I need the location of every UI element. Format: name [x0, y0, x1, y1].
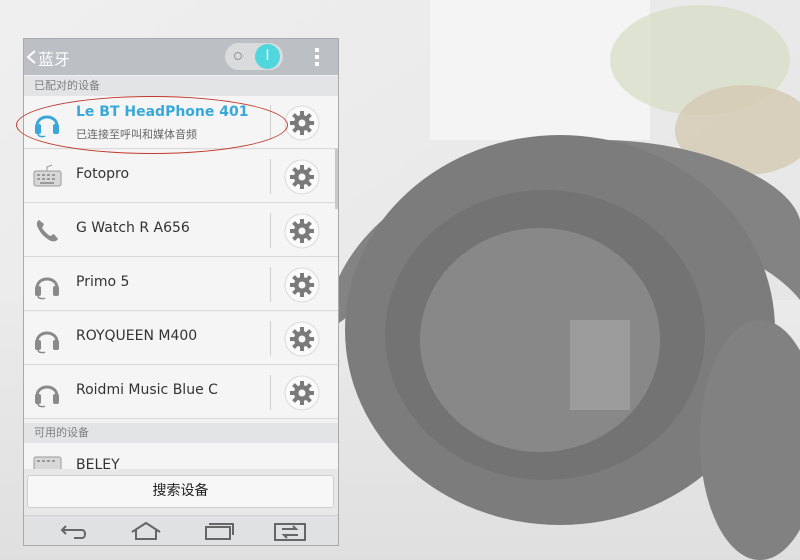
overflow-menu-icon — [315, 48, 319, 52]
paired-device-row[interactable]: G Watch R A656 — [24, 204, 338, 257]
search-area: 搜索设备 — [24, 469, 338, 515]
keyboard-icon — [33, 456, 62, 469]
gear-icon[interactable] — [284, 105, 320, 141]
paired-device-row[interactable]: Fotopro — [24, 150, 338, 203]
divider — [270, 105, 271, 140]
bluetooth-toggle[interactable]: I — [225, 43, 283, 70]
gear-icon[interactable] — [284, 213, 320, 249]
gear-icon[interactable] — [284, 321, 320, 357]
paired-devices-header: 已配对的设备 — [24, 76, 338, 96]
paired-device-row[interactable]: Primo 5 — [24, 258, 338, 311]
overflow-menu-button[interactable] — [310, 46, 324, 68]
headset-icon — [35, 115, 59, 138]
keyboard-icon — [33, 164, 62, 187]
device-name: Roidmi Music Blue C — [76, 382, 218, 398]
device-name: Le BT HeadPhone 401 — [76, 104, 249, 120]
search-devices-button[interactable]: 搜索设备 — [27, 475, 334, 508]
back-icon[interactable] — [54, 518, 94, 544]
menu-dot — [315, 55, 319, 59]
recent-apps-icon[interactable] — [198, 518, 238, 544]
headset-icon — [35, 277, 59, 300]
device-name: Primo 5 — [76, 274, 130, 290]
headset-icon — [35, 385, 59, 408]
divider — [270, 159, 271, 194]
paired-device-row[interactable]: ROYQUEEN M400 — [24, 312, 338, 365]
menu-dot — [315, 62, 319, 66]
gear-icon[interactable] — [284, 375, 320, 411]
available-devices-header: 可用的设备 — [24, 423, 338, 443]
device-name: G Watch R A656 — [76, 220, 190, 236]
toggle-off-indicator — [234, 52, 242, 60]
home-icon[interactable] — [126, 518, 166, 544]
device-name: ROYQUEEN M400 — [76, 328, 198, 344]
toggle-knob: I — [255, 44, 280, 69]
divider — [270, 375, 271, 410]
action-bar: 蓝牙 I — [24, 39, 338, 75]
gear-icon[interactable] — [284, 267, 320, 303]
navigation-bar — [24, 515, 338, 545]
divider — [270, 321, 271, 356]
page-title: 蓝牙 — [38, 50, 71, 69]
dual-window-icon[interactable] — [270, 518, 310, 544]
available-device-row[interactable]: BELEY — [24, 443, 338, 469]
list-scrollbar[interactable] — [335, 149, 338, 209]
back-button[interactable]: 蓝牙 — [24, 39, 84, 75]
divider — [270, 213, 271, 248]
bluetooth-settings-screen: 蓝牙 I 已配对的设备 Le BT HeadPhone 401 已连接至呼叫和媒… — [23, 38, 339, 546]
phone-icon — [36, 220, 58, 242]
paired-device-row[interactable]: Le BT HeadPhone 401 已连接至呼叫和媒体音频 — [24, 96, 338, 149]
device-status: 已连接至呼叫和媒体音频 — [76, 128, 197, 141]
headset-icon — [35, 331, 59, 354]
divider — [270, 267, 271, 302]
gear-icon[interactable] — [284, 159, 320, 195]
device-name: Fotopro — [76, 166, 130, 182]
chevron-left-icon — [26, 50, 36, 64]
paired-device-row[interactable]: Roidmi Music Blue C — [24, 366, 338, 419]
device-name: BELEY — [76, 457, 120, 469]
